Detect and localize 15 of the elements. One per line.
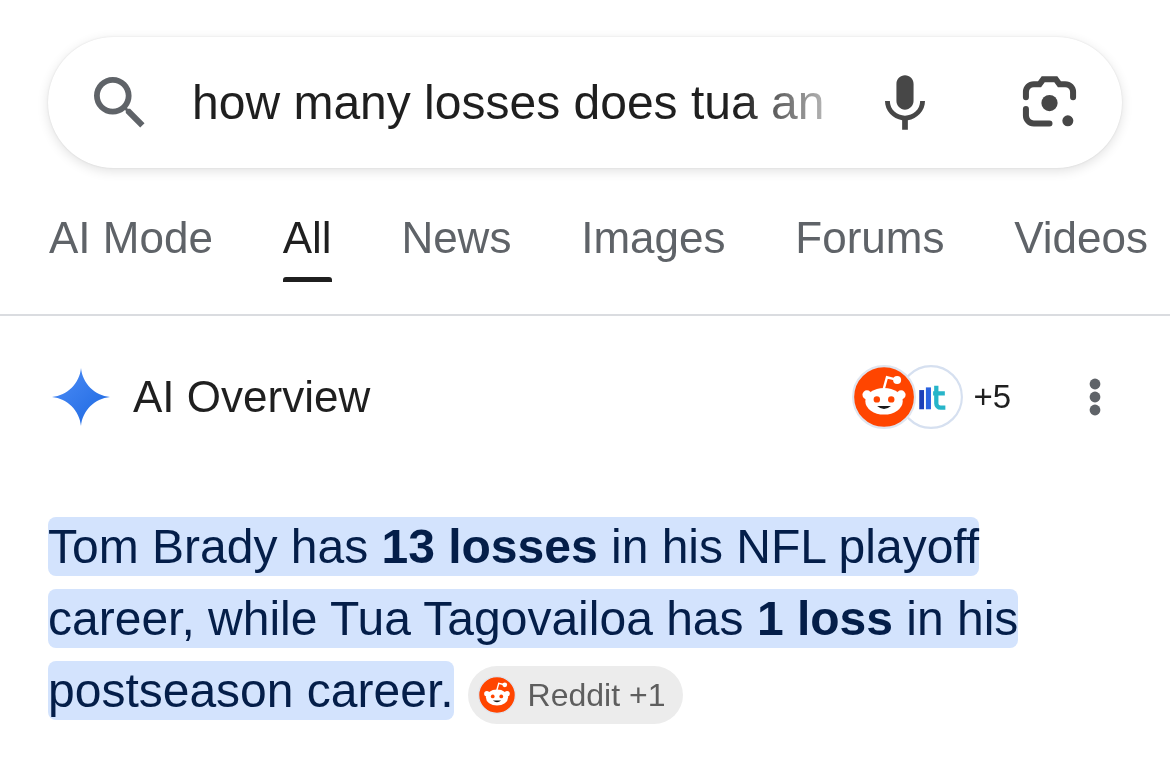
microphone-icon[interactable] xyxy=(885,74,925,131)
source-chip[interactable]: Reddit +1 xyxy=(467,666,684,725)
alien-face-icon xyxy=(477,676,516,715)
tab[interactable]: News xyxy=(401,213,512,282)
tab[interactable]: AI Mode xyxy=(49,213,213,282)
tab[interactable]: All xyxy=(282,213,332,282)
source-logos-icon xyxy=(852,365,964,429)
tab[interactable]: Images xyxy=(581,213,726,282)
search-icon xyxy=(94,76,146,129)
tab[interactable]: Forums xyxy=(795,213,945,282)
sparkle-icon xyxy=(52,368,110,426)
source-count: +5 xyxy=(973,377,1011,417)
tab[interactable]: Videos xyxy=(1014,213,1148,282)
more-icon xyxy=(1088,378,1102,416)
section-title: AI Overview xyxy=(133,371,371,423)
